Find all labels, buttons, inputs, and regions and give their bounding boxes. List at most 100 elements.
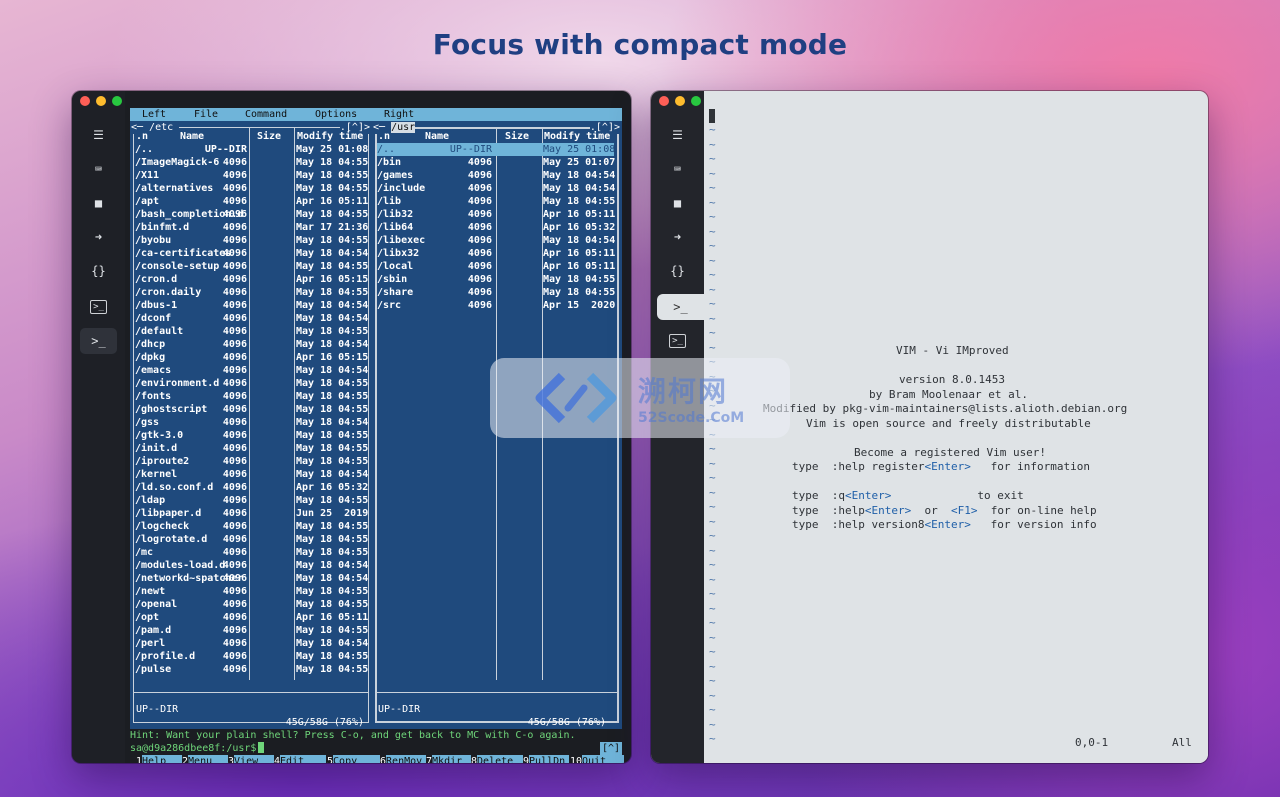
fkey-mkdir-button[interactable]: 7Mkdir [426,755,472,763]
file-row[interactable]: /opt 4096 Apr 16 05:11 [135,611,368,624]
terminal-icon-active[interactable]: >_ [657,294,704,320]
left-panel[interactable]: <─ /etc .[^]> .n Name Size Modify time /… [130,121,372,729]
folder-icon[interactable]: ■ [659,190,696,216]
minimize-window-button[interactable] [675,96,685,106]
fkey-view-button[interactable]: 3View [228,755,275,763]
file-row[interactable]: /cron.d 4096 Apr 16 05:15 [135,273,369,286]
close-window-button[interactable] [80,96,90,106]
file-row[interactable]: /apt 4096 Apr 16 05:11 [135,195,368,208]
menu-left[interactable]: Left [142,108,166,121]
file-row[interactable]: /.. UP--DIR May 25 01:08 [135,143,368,156]
forward-arrow-icon[interactable]: ➜ [80,224,117,250]
file-row[interactable]: /ghostscript 4096 May 18 04:55 [135,403,368,416]
file-row[interactable]: /libexec 4096 May 18 04:54 [377,234,615,247]
minimize-window-button[interactable] [96,96,106,106]
file-row[interactable]: /mc 4096 May 18 04:55 [135,546,368,559]
file-row[interactable]: /dhcp 4096 May 18 04:54 [135,338,368,351]
file-row[interactable]: /modules-load.d 4096 May 18 04:54 [135,559,368,572]
file-row[interactable]: /perl 4096 May 18 04:54 [135,637,368,650]
forward-arrow-icon[interactable]: ➜ [659,224,696,250]
file-row[interactable]: /logcheck 4096 May 18 04:55 [135,520,368,533]
col-size-header[interactable]: Size [505,130,529,143]
keyboard-icon[interactable]: ⌨ [80,156,117,182]
file-row[interactable]: /binfmt.d 4096 Mar 17 21:36 [135,221,368,234]
zoom-window-button[interactable] [691,96,701,106]
terminal-icon[interactable]: >_ [659,328,696,354]
file-row[interactable]: /dconf 4096 May 18 04:54 [135,312,368,325]
col-size-header[interactable]: Size [257,130,281,143]
close-window-button[interactable] [659,96,669,106]
file-row[interactable]: /init.d 4096 May 18 04:55 [135,442,368,455]
fkey-quit-button[interactable]: 10Quit [570,755,625,763]
file-row[interactable]: /sbin 4096 May 18 04:55 [377,273,615,286]
file-row[interactable]: /X11 4096 May 18 04:55 [135,169,368,182]
file-row[interactable]: /openal 4096 May 18 04:55 [135,598,368,611]
file-row[interactable]: /newt 4096 May 18 04:55 [135,585,368,598]
col-name-header[interactable]: Name [425,130,449,143]
file-row[interactable]: /dbus-1 4096 May 18 04:54 [135,299,368,312]
file-row[interactable]: /cron.daily 4096 May 18 04:55 [135,286,368,299]
file-row[interactable]: /networkd~spatcher 4096 May 18 04:54 [135,572,368,585]
menu-right[interactable]: Right [384,108,414,121]
file-row[interactable]: /fonts 4096 May 18 04:55 [135,390,368,403]
fkey-delete-button[interactable]: 8Delete [471,755,524,763]
file-name: /fonts [135,391,172,402]
fkey-renmov-button[interactable]: 6RenMov [380,755,427,763]
menu-options[interactable]: Options [315,108,357,121]
fkey-pulldn-button[interactable]: 9PullDn [523,755,570,763]
file-row[interactable]: /bash_completion.d 4096 May 18 04:55 [135,208,368,221]
file-row[interactable]: /default 4096 May 18 04:55 [135,325,368,338]
braces-icon[interactable]: {} [80,258,117,284]
file-row[interactable]: /console-setup 4096 May 18 04:55 [135,260,368,273]
keyboard-icon[interactable]: ⌨ [659,156,696,182]
zoom-window-button[interactable] [112,96,122,106]
file-row[interactable]: /logrotate.d 4096 May 18 04:55 [135,533,368,546]
file-row[interactable]: /lib32 4096 Apr 16 05:11 [377,208,615,221]
file-row[interactable]: /byobu 4096 May 18 04:55 [135,234,368,247]
file-row[interactable]: /gtk-3.0 4096 May 18 04:55 [135,429,368,442]
file-row[interactable]: /kernel 4096 May 18 04:54 [135,468,368,481]
fkey-edit-button[interactable]: 4Edit [274,755,327,763]
fkey-help-button[interactable]: 1Help [136,755,183,763]
file-row[interactable]: /.. UP--DIR May 25 01:08 [377,143,615,156]
col-name-header[interactable]: Name [180,130,204,143]
file-row[interactable]: /alternatives 4096 May 18 04:55 [135,182,368,195]
file-row[interactable]: /gss 4096 May 18 04:54 [135,416,368,429]
fkey-copy-button[interactable]: 5Copy [327,755,381,763]
menu-icon[interactable]: ☰ [80,122,117,148]
terminal-icon-active[interactable]: >_ [80,328,117,354]
file-row[interactable]: /ImageMagick-6 4096 May 18 04:55 [135,156,368,169]
file-row[interactable]: /iproute2 4096 May 18 04:55 [135,455,368,468]
menu-file[interactable]: File [194,108,218,121]
file-row[interactable]: /games 4096 May 18 04:54 [377,169,615,182]
file-row[interactable]: /ca-certificates 4096 May 18 04:54 [135,247,368,260]
file-row[interactable]: /pulse 4096 May 18 04:55 [135,663,368,676]
col-time-header[interactable]: Modify time [297,130,363,143]
file-row[interactable]: /share 4096 May 18 04:55 [377,286,615,299]
col-time-header[interactable]: Modify time [544,130,610,143]
file-row[interactable]: /src 4096 Apr 15 2020 [377,299,615,312]
file-row[interactable]: /bin 4096 May 25 01:07 [377,156,615,169]
terminal-icon[interactable]: >_ [80,294,117,320]
file-row[interactable]: /libx32 4096 Apr 16 05:11 [377,247,615,260]
file-modified-time: Apr 16 05:15 [296,274,369,285]
file-row[interactable]: /ldap 4096 May 18 04:55 [135,494,368,507]
file-row[interactable]: /ld.so.conf.d 4096 Apr 16 05:32 [135,481,368,494]
vim-version: version 8.0.1453 [899,373,1005,386]
menu-command[interactable]: Command [245,108,287,121]
file-row[interactable]: /emacs 4096 May 18 04:54 [135,364,368,377]
file-row[interactable]: /pam.d 4096 May 18 04:55 [135,624,368,637]
file-row[interactable]: /lib64 4096 Apr 16 05:32 [377,221,615,234]
file-row[interactable]: /libpaper.d 4096 Jun 25 2019 [135,507,368,520]
file-row[interactable]: /local 4096 Apr 16 05:11 [377,260,615,273]
file-row[interactable]: /dpkg 4096 Apr 16 05:15 [135,351,368,364]
file-row[interactable]: /lib 4096 May 18 04:55 [377,195,615,208]
file-row[interactable]: /include 4096 May 18 04:54 [377,182,615,195]
shell-prompt[interactable]: sa@d9a286dbee8f:/usr$ [130,742,265,755]
file-row[interactable]: /environment.d 4096 May 18 04:55 [135,377,368,390]
file-row[interactable]: /profile.d 4096 May 18 04:55 [135,650,368,663]
fkey-menu-button[interactable]: 2Menu [182,755,229,763]
folder-icon[interactable]: ■ [80,190,117,216]
braces-icon[interactable]: {} [659,258,696,284]
menu-icon[interactable]: ☰ [659,122,696,148]
